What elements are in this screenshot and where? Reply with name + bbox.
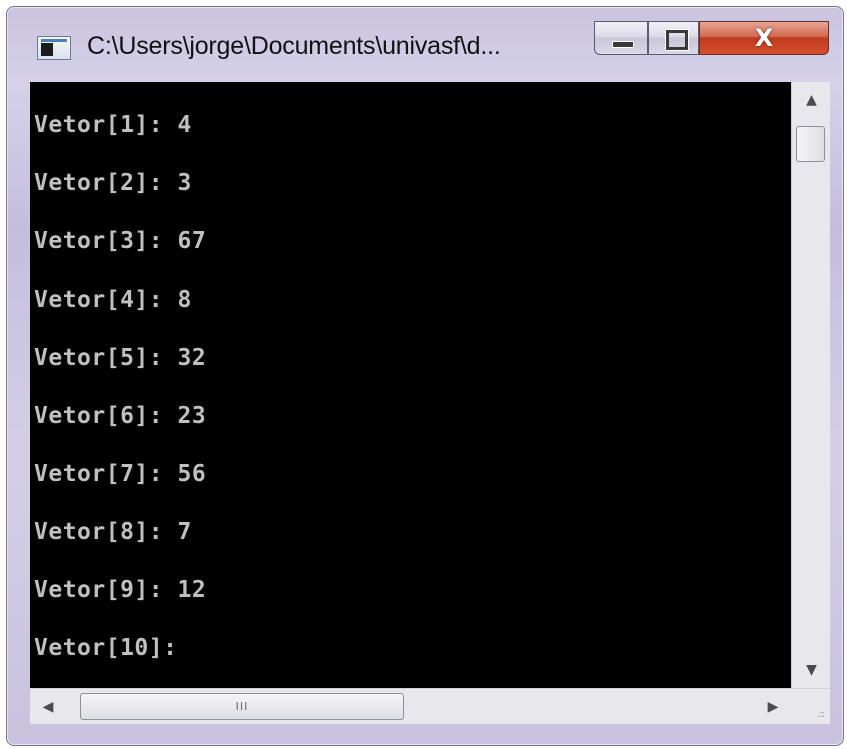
title-bar[interactable]: C:\Users\jorge\Documents\univasf\d... X — [7, 7, 843, 83]
console-line: Vetor[9]: 12 — [34, 577, 207, 603]
console-line: Vetor[5]: 32 — [34, 345, 207, 371]
console-line: Vetor[1]: 4 — [34, 112, 192, 138]
vertical-scroll-thumb[interactable] — [796, 126, 825, 162]
app-icon-bar — [41, 39, 67, 42]
caption-buttons: X — [594, 21, 837, 57]
thumb-grip-icon: III — [235, 700, 249, 713]
scroll-down-icon[interactable]: ▼ — [792, 654, 831, 686]
close-icon: X — [754, 24, 774, 52]
horizontal-scrollbar[interactable]: ◀ III ▶ — [30, 688, 791, 724]
console-line: Vetor[2]: 3 — [34, 170, 192, 196]
scroll-up-icon[interactable]: ▲ — [792, 84, 831, 116]
minimize-button[interactable] — [594, 21, 648, 55]
resize-grip-icon: .:: — [817, 709, 825, 720]
minimize-icon — [612, 41, 634, 48]
console-line: Vetor[3]: 67 — [34, 228, 207, 254]
console-app-icon[interactable] — [37, 36, 71, 60]
horizontal-scroll-thumb[interactable]: III — [80, 693, 404, 720]
scroll-right-icon[interactable]: ▶ — [755, 689, 791, 725]
console-line: Vetor[10]: — [34, 635, 178, 661]
window-title: C:\Users\jorge\Documents\univasf\d... — [87, 32, 501, 60]
app-icon-screen — [41, 43, 53, 56]
maximize-button[interactable] — [648, 21, 699, 55]
maximize-icon — [666, 30, 688, 50]
close-button[interactable]: X — [699, 21, 829, 55]
scroll-left-icon[interactable]: ◀ — [30, 689, 66, 725]
console-line: Vetor[4]: 8 — [34, 287, 192, 313]
console-line: Vetor[8]: 7 — [34, 519, 192, 545]
resize-grip[interactable]: .:: — [791, 688, 830, 724]
vertical-scrollbar[interactable]: ▲ ▼ — [791, 82, 830, 688]
console-line: Vetor[6]: 23 — [34, 403, 207, 429]
console-output[interactable]: Vetor[1]: 4 Vetor[2]: 3 Vetor[3]: 67 Vet… — [30, 82, 791, 688]
console-line: Vetor[7]: 56 — [34, 461, 207, 487]
